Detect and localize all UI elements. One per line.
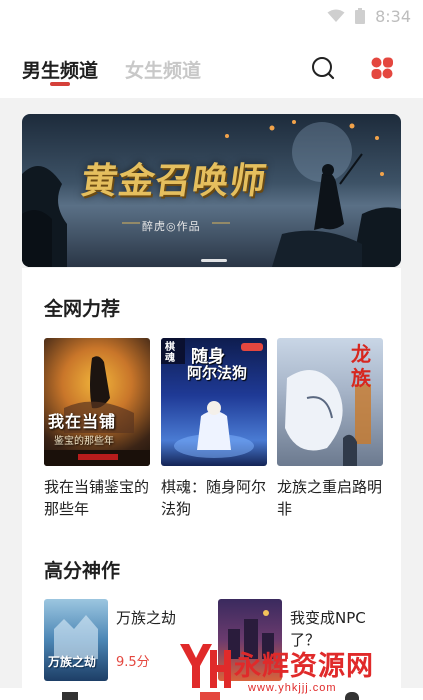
category-icon[interactable] <box>370 56 394 80</box>
nav-bookstore-icon[interactable] <box>200 692 220 700</box>
book-name: 万族之劫 <box>116 609 177 627</box>
book-name: 我变成NPC了？ <box>290 609 366 649</box>
banner-page-indicator <box>201 259 227 262</box>
book-cover: 万族之劫 <box>44 599 108 681</box>
book-cover: 我在当铺 鉴宝的那些年 <box>44 338 150 466</box>
status-bar: 8:34 <box>0 0 423 32</box>
nav-bookshelf-icon[interactable] <box>62 692 78 700</box>
section-title-recommend: 全网力荐 <box>44 298 121 320</box>
cover-title: 我在当铺 <box>48 412 117 431</box>
book-card[interactable]: 龙族 龙族之重启路明非 <box>277 338 383 520</box>
book-cover: 棋魂 随身 阿尔法狗 <box>161 338 267 466</box>
book-name: 棋魂：随身阿尔法狗 <box>161 478 267 518</box>
cover-title: 龙族 <box>351 342 371 390</box>
tab-male-channel[interactable]: 男生频道 <box>22 56 98 83</box>
wifi-icon <box>327 9 345 23</box>
cover-title: 万族之劫 <box>48 655 97 669</box>
nav-profile-icon[interactable] <box>345 692 359 700</box>
book-card[interactable]: 我变成NPC了？ <box>218 599 388 689</box>
cover-subtitle: 阿尔法狗 <box>187 364 248 382</box>
book-card[interactable]: 我在当铺 鉴宝的那些年 我在当铺鉴宝的那些年 <box>44 338 150 520</box>
book-card[interactable]: 棋魂 随身 阿尔法狗 棋魂：随身阿尔法狗 <box>161 338 267 520</box>
book-score: 9.5分 <box>116 655 150 670</box>
book-name: 我在当铺鉴宝的那些年 <box>44 478 150 518</box>
book-cover <box>218 599 282 681</box>
banner-author: 醉虎◎作品 <box>142 220 201 233</box>
active-tab-indicator <box>50 82 70 86</box>
section-title-top-rated: 高分神作 <box>44 560 121 582</box>
promo-banner[interactable]: 黄金召唤师 醉虎◎作品 <box>22 114 401 267</box>
cover-tag: 棋魂 <box>165 342 175 364</box>
cover-subtitle: 鉴宝的那些年 <box>54 436 114 447</box>
tab-female-channel[interactable]: 女生频道 <box>125 56 201 83</box>
book-cover: 龙族 <box>277 338 383 466</box>
book-name: 龙族之重启路明非 <box>277 478 383 518</box>
search-icon[interactable] <box>311 56 335 80</box>
book-card[interactable]: 万族之劫 万族之劫 9.5分 <box>44 599 214 689</box>
book-sections: 全网力荐 我在当铺 鉴宝的那些年 我在当铺鉴宝的那些年 棋魂 随身 阿尔法狗 棋… <box>22 268 401 700</box>
bottom-navigation <box>0 688 423 700</box>
banner-title: 黄金召唤师 <box>78 160 270 202</box>
status-time: 8:34 <box>375 6 411 26</box>
battery-icon <box>355 8 366 24</box>
